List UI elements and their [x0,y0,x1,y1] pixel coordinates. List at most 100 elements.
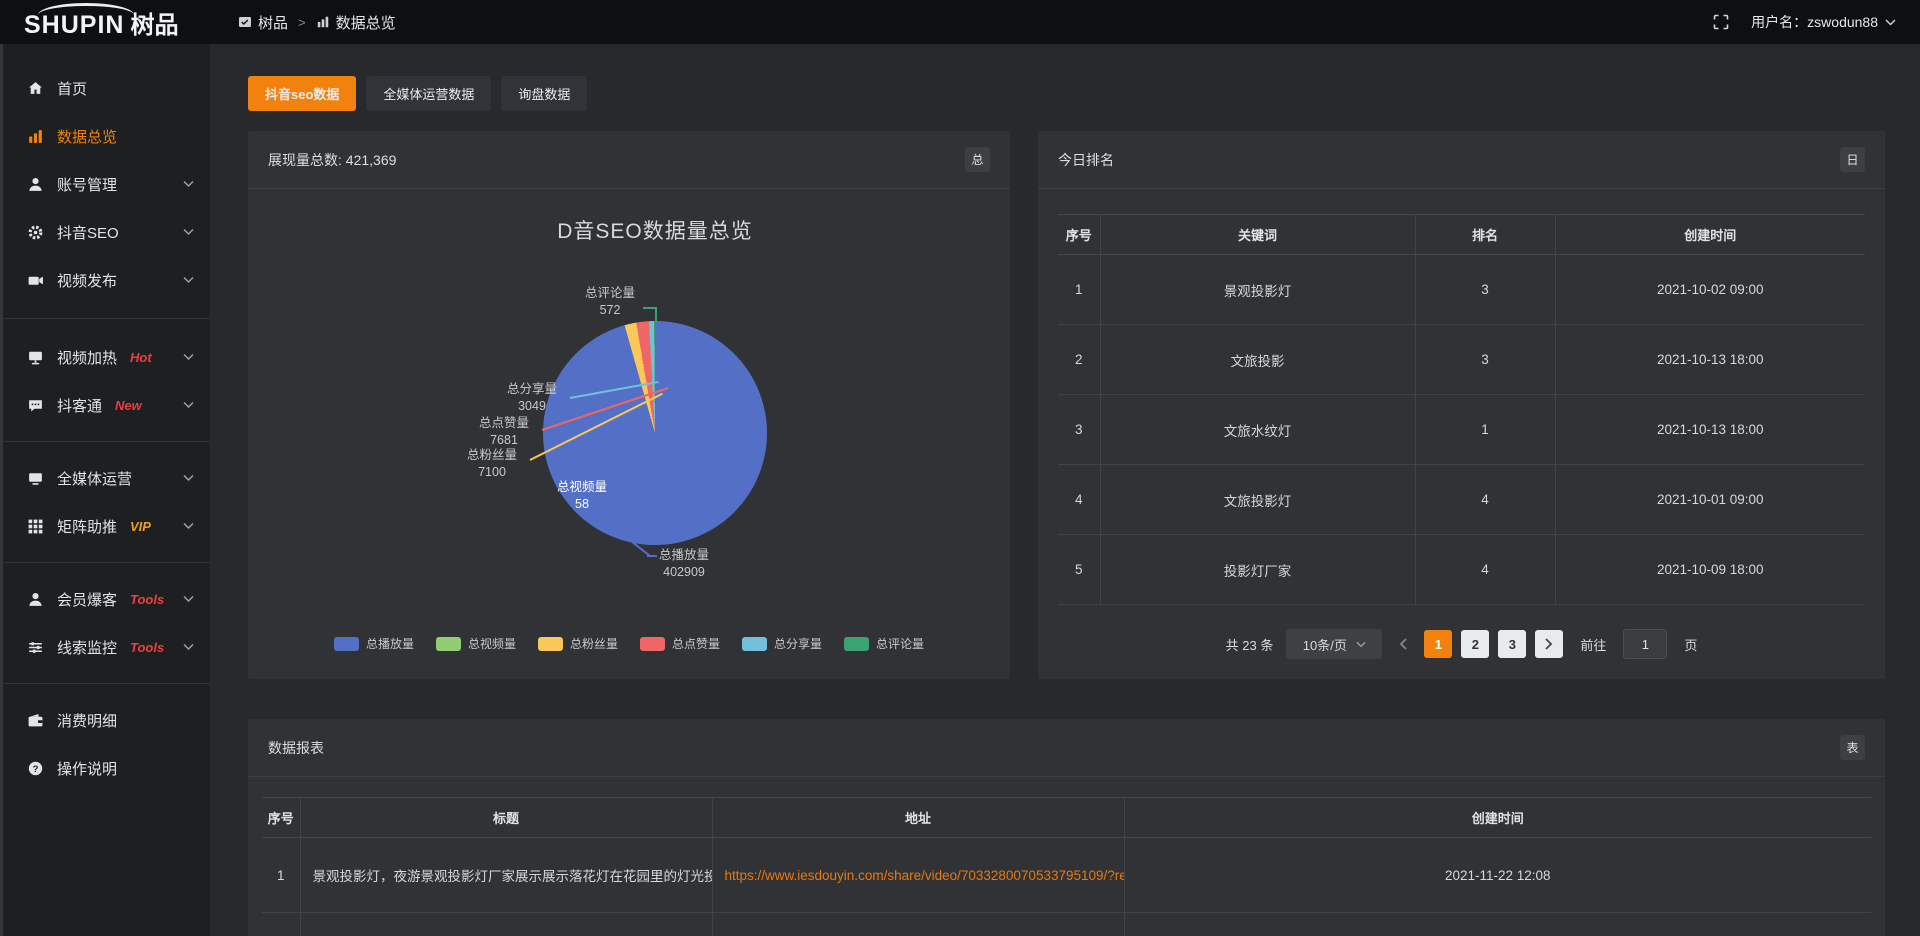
chevron-down-icon [1356,641,1366,648]
next-page-button[interactable] [1535,630,1563,658]
pie-label-comments: 总评论量 572 [578,285,642,319]
sidebar-item-douyin-seo[interactable]: 抖音SEO [0,208,210,256]
cell-keyword: 文旅投影 [1100,325,1415,395]
pie-label-name: 总视频量 [546,479,618,496]
pie-label-value: 402909 [644,564,724,581]
cell-keyword: 景观投影灯 [1100,255,1415,325]
cell-time: 2021-11-22 12:08 [1124,838,1871,913]
table-row [262,913,1871,936]
monitor-icon [26,469,44,487]
cell-rank: 3 [1415,325,1555,395]
hot-tag: Hot [130,350,152,365]
column-header-keyword: 关键词 [1100,215,1415,255]
legend-item[interactable]: 总视频量 [436,635,516,652]
cell-index [262,913,300,936]
fullscreen-icon[interactable] [1713,14,1729,30]
page-size-select[interactable]: 10条/页 [1286,629,1382,659]
tab-omnimedia-data[interactable]: 全媒体运营数据 [366,76,491,111]
cell-time: 2021-10-13 18:00 [1555,395,1865,465]
table-header-row: 序号 关键词 排名 创建时间 [1058,215,1865,255]
sidebar-item-doukertong[interactable]: 抖客通 New [0,381,210,429]
cell-keyword: 文旅投影灯 [1100,465,1415,535]
legend-label: 总播放量 [366,635,414,652]
chart-title: D音SEO数据量总览 [248,215,1010,245]
logo-arc-decoration [38,3,134,15]
table-row: 4 文旅投影灯 4 2021-10-01 09:00 [1058,465,1865,535]
column-header-time: 创建时间 [1124,798,1871,838]
chart-legend: 总播放量 总视频量 总粉丝量 总点赞量 总分享量 总评论量 [248,635,1010,652]
tab-douyin-seo-data[interactable]: 抖音seo数据 [248,76,356,111]
chevron-down-icon [183,229,194,236]
prev-page-button[interactable] [1391,638,1415,650]
chevron-down-icon [183,596,194,603]
pie-label-name: 总评论量 [578,285,642,302]
sidebar-item-help[interactable]: ? 操作说明 [0,744,210,792]
legend-swatch [538,637,563,651]
legend-label: 总粉丝量 [570,635,618,652]
sidebar-item-home[interactable]: 首页 [0,64,210,112]
goto-page-input[interactable] [1623,629,1667,659]
sidebar-item-member-tool[interactable]: 会员爆客 Tools [0,575,210,623]
sidebar-divider [0,562,210,563]
display-icon [26,348,44,366]
report-body: 序号 标题 地址 创建时间 1 景观投影灯，夜游景观投影灯厂家展示展示落花灯在花… [248,797,1885,936]
sidebar-item-omnimedia[interactable]: 全媒体运营 [0,454,210,502]
legend-item[interactable]: 总点赞量 [640,635,720,652]
logo-text-en: SHUPIN [24,11,124,40]
sidebar-item-video-heat[interactable]: 视频加热 Hot [0,333,210,381]
sidebar-item-matrix-boost[interactable]: 矩阵助推 VIP [0,502,210,550]
video-camera-icon [26,271,44,289]
breadcrumb-item-root[interactable]: 树品 [238,12,288,33]
column-header-url: 地址 [712,798,1124,838]
app-logo[interactable]: SHUPIN 树品 [24,0,210,44]
pie-label-name: 总粉丝量 [456,447,528,464]
report-panel: 数据报表 表 序号 标题 地址 创建时间 1 [248,719,1885,936]
sidebar-item-consumption[interactable]: 消费明细 [0,696,210,744]
legend-item[interactable]: 总粉丝量 [538,635,618,652]
page-button-3[interactable]: 3 [1498,630,1526,658]
person-icon [26,590,44,608]
report-panel-header: 数据报表 表 [248,719,1885,777]
username-menu[interactable]: 用户名：zswodun88 [1751,12,1896,32]
tab-inquiry-data[interactable]: 询盘数据 [501,76,587,111]
breadcrumb-item-current[interactable]: 数据总览 [316,12,396,33]
legend-item[interactable]: 总评论量 [844,635,924,652]
legend-item[interactable]: 总播放量 [334,635,414,652]
cell-url-link[interactable]: https://www.iesdouyin.com/share/video/70… [712,838,1124,913]
cell-time [1124,913,1871,936]
breadcrumb-separator: > [298,15,306,30]
pie-label-value: 58 [546,496,618,513]
bar-chart-icon [26,127,44,145]
cell-rank: 1 [1415,395,1555,465]
pie-label-videos: 总视频量 58 [546,479,618,513]
impressions-total-label: 展现量总数: 421,369 [268,150,396,170]
cell-url-link [712,913,1124,936]
ranking-title: 今日排名 [1058,150,1114,170]
page-button-2[interactable]: 2 [1461,630,1489,658]
chevron-left-icon [1399,638,1407,650]
chart-panel: 展现量总数: 421,369 总 D音SEO数据量总览 总评论量 572 总分享… [248,131,1010,679]
wallet-icon [26,711,44,729]
table-badge-button[interactable]: 表 [1840,735,1865,760]
page-size-value: 10条/页 [1303,635,1347,654]
sidebar-item-data-overview[interactable]: 数据总览 [0,112,210,160]
total-badge-button[interactable]: 总 [965,147,990,172]
cell-time: 2021-10-13 18:00 [1555,325,1865,395]
cell-rank: 4 [1415,465,1555,535]
app-window: SHUPIN 树品 树品 > 数据总览 用户名：zswodun88 [0,0,1920,936]
sidebar-item-account[interactable]: 账号管理 [0,160,210,208]
pie-label-value: 3049 [496,398,568,415]
day-badge-button[interactable]: 日 [1840,147,1865,172]
chat-bubble-icon [26,396,44,414]
pie-label-name: 总分享量 [496,381,568,398]
page-button-1[interactable]: 1 [1424,630,1452,658]
legend-item[interactable]: 总分享量 [742,635,822,652]
goto-label: 前往 [1580,635,1606,654]
tools-tag: Tools [130,640,164,655]
sidebar-item-lead-monitor[interactable]: 线索监控 Tools [0,623,210,671]
sidebar-item-video-publish[interactable]: 视频发布 [0,256,210,304]
ranking-body: 序号 关键词 排名 创建时间 1 景观投影灯 3 2021-10 [1038,214,1885,659]
column-header-time: 创建时间 [1555,215,1865,255]
chevron-down-icon [183,181,194,188]
user-icon [26,175,44,193]
